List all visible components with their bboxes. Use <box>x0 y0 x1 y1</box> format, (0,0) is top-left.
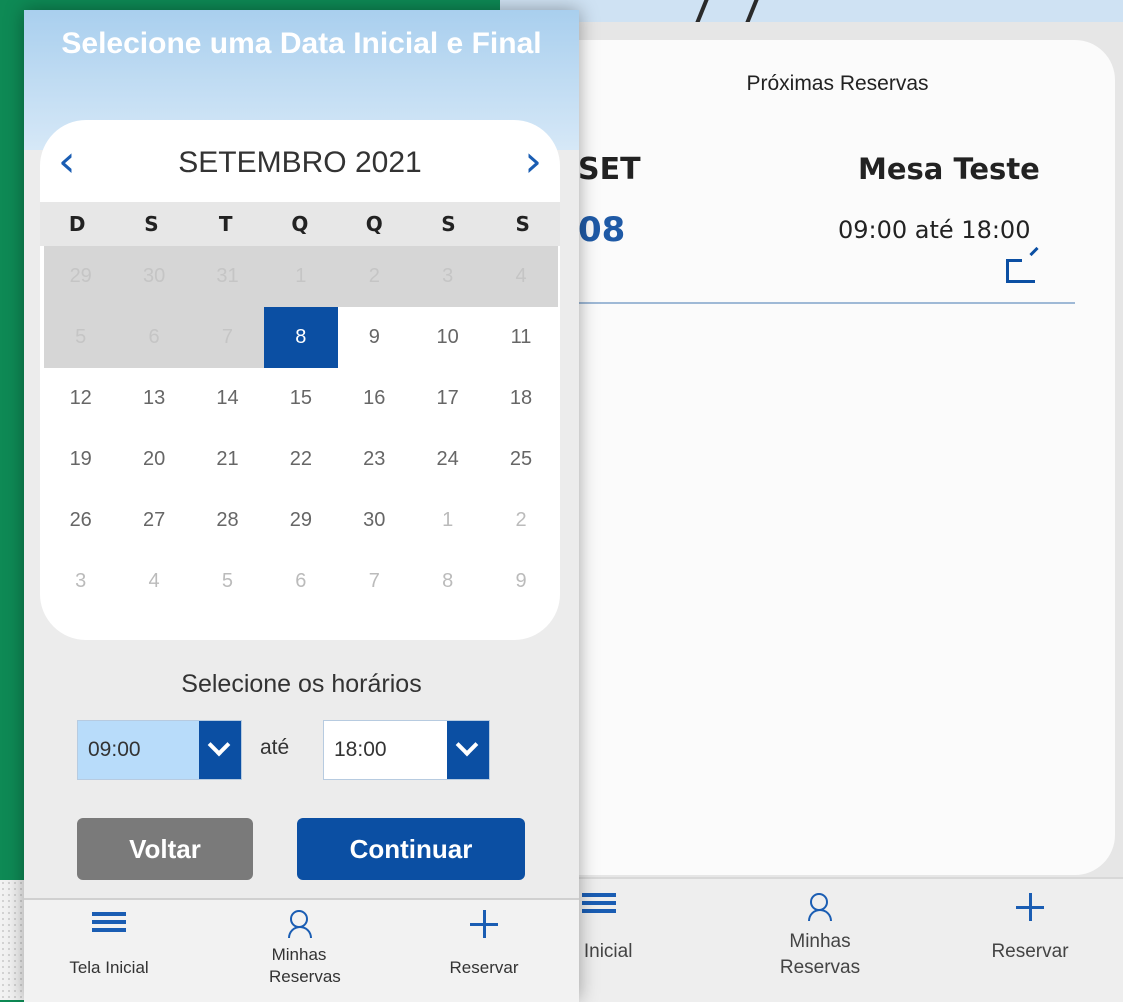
user-icon[interactable] <box>808 893 832 921</box>
calendar-day[interactable]: 25 <box>484 429 557 490</box>
back-button[interactable]: Voltar <box>77 818 253 880</box>
nav-home-label: Tela Inicial <box>69 958 149 977</box>
calendar-day[interactable]: 15 <box>264 368 337 429</box>
calendar-day[interactable]: 22 <box>264 429 337 490</box>
calendar-day[interactable]: 6 <box>264 551 337 612</box>
calendar-week-row: 26 27 28 29 30 1 2 <box>44 490 558 551</box>
nav-my-reservations-label: Minhas Reservas <box>269 945 341 986</box>
reservation-name: Mesa Teste <box>858 152 1040 186</box>
user-icon <box>288 910 312 938</box>
reservation-time: 09:00 até 18:00 <box>838 216 1031 244</box>
calendar-day[interactable]: 9 <box>484 551 557 612</box>
calendar-day[interactable]: 23 <box>338 429 411 490</box>
calendar-day[interactable]: 12 <box>44 368 117 429</box>
list-icon[interactable] <box>582 893 616 919</box>
calendar-grid: 29 30 31 1 2 3 4 5 6 7 8 9 10 11 12 13 14 15 16 17 18 19 20 21 2… <box>44 246 558 612</box>
calendar-day[interactable]: 5 <box>191 551 264 612</box>
calendar-day: 30 <box>117 246 191 307</box>
nav-my-reservations-label[interactable]: Minhas Reservas <box>750 929 890 981</box>
calendar-week-row: 5 6 7 8 9 10 11 <box>44 307 558 368</box>
calendar-day: 31 <box>190 246 265 307</box>
chevron-down-icon[interactable] <box>447 721 489 779</box>
nav-reserve-label[interactable]: Reservar <box>960 941 1100 963</box>
bottom-nav: Tela Inicial Minhas Reservas Reservar <box>24 898 579 1002</box>
end-time-select[interactable]: 18:00 <box>323 720 490 780</box>
weekday-label: S <box>144 212 159 236</box>
calendar-day[interactable]: 7 <box>338 551 411 612</box>
card-title: Próximas Reservas <box>746 72 929 95</box>
date-range-modal: Selecione uma Data Inicial e Final ‹ SET… <box>24 10 579 1002</box>
plus-icon <box>470 910 498 938</box>
weekday-label: S <box>441 212 456 236</box>
header-image-strip <box>500 0 1123 28</box>
calendar-day-selected[interactable]: 8 <box>264 307 338 368</box>
calendar: ‹ SETEMBRO 2021 › DSTQQSS 29 30 31 1 2 3 4 5 6 7 8… <box>40 120 560 640</box>
chevron-right-icon[interactable]: › <box>524 140 542 184</box>
calendar-day[interactable]: 11 <box>484 307 557 368</box>
chevron-down-icon[interactable] <box>199 721 241 779</box>
weekday-label: S <box>515 212 530 236</box>
calendar-day[interactable]: 8 <box>411 551 484 612</box>
reservation-month: SET <box>578 152 641 187</box>
calendar-day[interactable]: 21 <box>191 429 264 490</box>
bottom-nav: a Inicial Minhas Reservas Reservar <box>560 877 1123 1002</box>
calendar-day[interactable]: 26 <box>44 490 117 551</box>
calendar-day[interactable]: 28 <box>191 490 264 551</box>
calendar-week-row: 12 13 14 15 16 17 18 <box>44 368 558 429</box>
modal-title: Selecione uma Data Inicial e Final <box>61 27 542 60</box>
calendar-week-row: 29 30 31 1 2 3 4 <box>44 246 558 307</box>
background-screen: Próximas Reservas SET 08 Mesa Teste 09:0… <box>560 22 1123 1002</box>
calendar-week-row: 3456789 <box>44 551 558 612</box>
calendar-week-row: 19 20 21 22 23 24 25 <box>44 429 558 490</box>
calendar-day: 4 <box>484 246 558 307</box>
divider <box>578 302 1075 304</box>
calendar-day: 2 <box>337 246 411 307</box>
calendar-day[interactable]: 27 <box>117 490 190 551</box>
calendar-header: ‹ SETEMBRO 2021 › <box>40 138 560 188</box>
weekday-label: T <box>218 212 233 236</box>
nav-reserve[interactable]: Reservar <box>424 900 544 1002</box>
start-time-value: 09:00 <box>88 738 141 761</box>
calendar-day[interactable]: 24 <box>411 429 484 490</box>
calendar-day[interactable]: 30 <box>338 490 411 551</box>
calendar-day: 3 <box>410 246 485 307</box>
nav-home[interactable]: Tela Inicial <box>44 900 174 1002</box>
calendar-day[interactable]: 2 <box>484 490 557 551</box>
calendar-day[interactable]: 20 <box>117 429 190 490</box>
calendar-day[interactable]: 9 <box>338 307 411 368</box>
calendar-day[interactable]: 3 <box>44 551 117 612</box>
start-time-select[interactable]: 09:00 <box>77 720 242 780</box>
nav-reserve-label: Reservar <box>449 958 519 977</box>
calendar-day[interactable]: 13 <box>117 368 190 429</box>
calendar-day[interactable]: 17 <box>411 368 484 429</box>
list-icon <box>92 912 126 938</box>
month-label: SETEMBRO 2021 <box>178 146 422 179</box>
end-time-value: 18:00 <box>334 738 387 761</box>
calendar-day[interactable]: 14 <box>191 368 264 429</box>
calendar-day[interactable]: 4 <box>117 551 190 612</box>
continue-button[interactable]: Continuar <box>297 818 525 880</box>
calendar-day[interactable]: 18 <box>484 368 557 429</box>
plus-icon[interactable] <box>1016 893 1044 921</box>
weekday-label: Q <box>291 212 309 236</box>
reservation-day: 08 <box>578 210 626 250</box>
calendar-day[interactable]: 1 <box>411 490 484 551</box>
weekday-label: D <box>68 212 86 236</box>
time-section-label: Selecione os horários <box>181 670 422 698</box>
weekday-header: DSTQQSS <box>40 202 560 246</box>
calendar-day: 7 <box>190 307 265 368</box>
weekday-label: Q <box>365 212 383 236</box>
between-label: até <box>260 736 290 759</box>
calendar-day[interactable]: 19 <box>44 429 117 490</box>
calendar-day: 5 <box>44 307 118 368</box>
nav-my-reservations[interactable]: Minhas Reservas <box>229 900 369 1002</box>
calendar-day[interactable]: 16 <box>338 368 411 429</box>
calendar-day[interactable]: 10 <box>411 307 484 368</box>
calendar-day: 29 <box>44 246 118 307</box>
edit-icon[interactable] <box>1006 259 1035 283</box>
upcoming-reservations-card: Próximas Reservas SET 08 Mesa Teste 09:0… <box>560 40 1115 875</box>
calendar-day: 6 <box>117 307 191 368</box>
calendar-day: 1 <box>264 246 338 307</box>
calendar-day[interactable]: 29 <box>264 490 337 551</box>
